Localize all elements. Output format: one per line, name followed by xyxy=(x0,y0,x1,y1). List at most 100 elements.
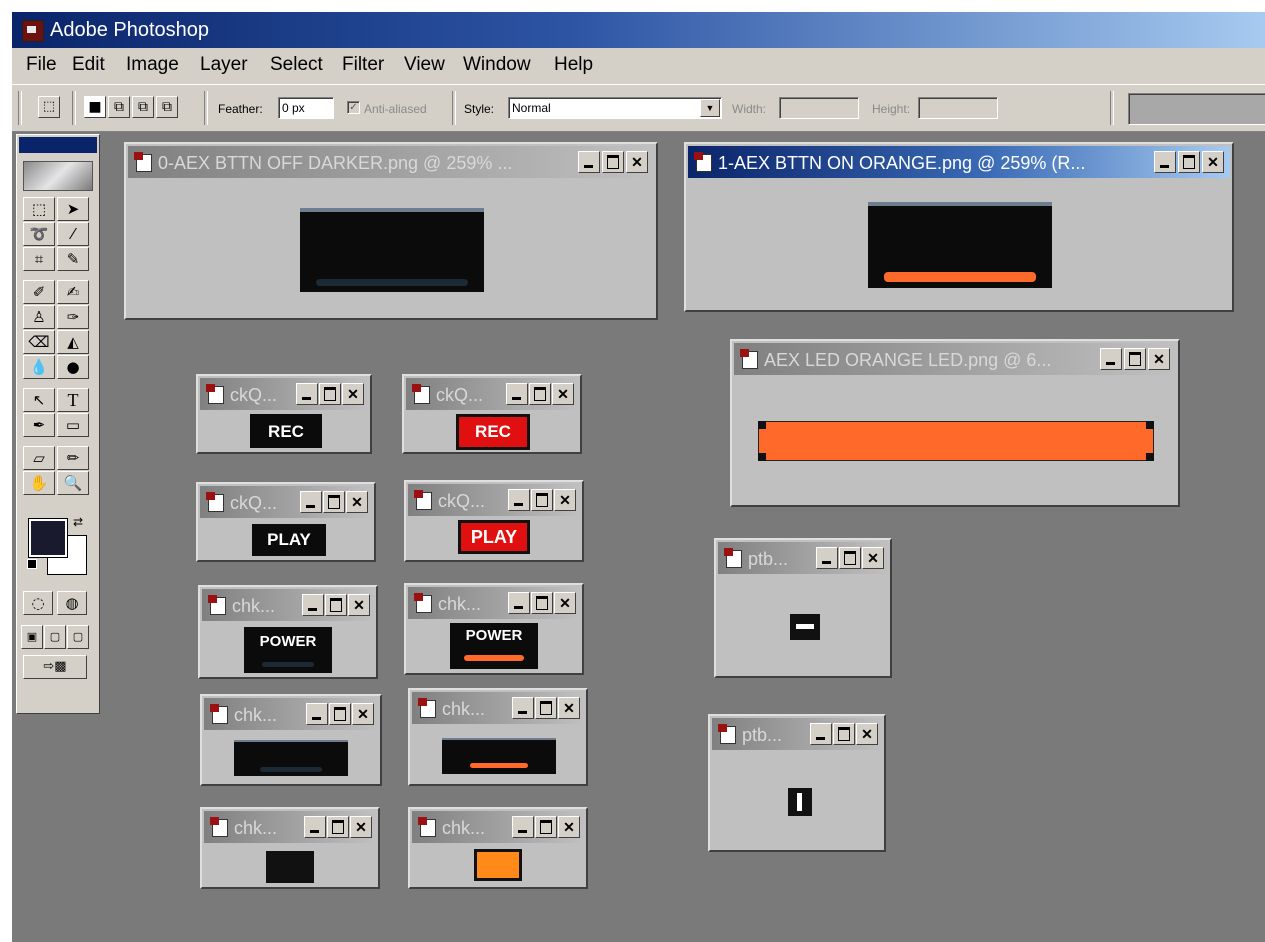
maximize-button[interactable] xyxy=(531,592,553,614)
maximize-button[interactable] xyxy=(529,383,551,405)
close-button[interactable] xyxy=(558,697,580,719)
maximize-button[interactable] xyxy=(1178,151,1200,173)
close-button[interactable] xyxy=(348,594,370,616)
doc-window-title-bar[interactable]: ckQ... xyxy=(408,484,580,516)
magic-wand-icon[interactable]: ⁄ xyxy=(57,222,89,246)
minimize-button[interactable] xyxy=(304,816,326,838)
doc-window-title-bar[interactable]: chk... xyxy=(408,587,580,619)
minimize-button[interactable] xyxy=(300,491,322,513)
type-icon[interactable]: T xyxy=(57,388,89,412)
chevron-down-icon[interactable]: ▼ xyxy=(700,99,720,117)
maximize-button[interactable] xyxy=(535,816,557,838)
lasso-icon[interactable]: ➰ xyxy=(23,222,55,246)
doc-window-title-bar[interactable]: chk... xyxy=(202,589,374,621)
doc-window-play-off[interactable]: ckQ... PLAY xyxy=(196,482,376,562)
jump-to-imageready-icon[interactable]: ⇨▩ xyxy=(23,655,87,679)
minimize-button[interactable] xyxy=(512,697,534,719)
doc-window-title-bar[interactable]: ckQ... xyxy=(200,486,372,518)
menu-file[interactable]: File xyxy=(26,54,57,76)
menu-window[interactable]: Window xyxy=(463,54,531,76)
maximize-button[interactable] xyxy=(319,383,341,405)
crop-icon[interactable]: ⌗ xyxy=(23,247,55,271)
history-brush-icon[interactable]: ✑ xyxy=(57,305,89,329)
shape-icon[interactable]: ▭ xyxy=(57,413,89,437)
eyedropper-icon[interactable]: ✏ xyxy=(57,446,89,470)
doc-window-rec-on[interactable]: ckQ... REC xyxy=(402,374,582,454)
close-button[interactable] xyxy=(352,703,374,725)
doc-window-title-bar[interactable]: chk... xyxy=(204,698,378,730)
doc-window-title-bar[interactable]: 1-AEX BTTN ON ORANGE.png @ 259% (R... xyxy=(688,146,1230,178)
doc-window-title-bar[interactable]: chk... xyxy=(204,811,376,843)
doc-window-title-bar[interactable]: chk... xyxy=(412,811,584,843)
options-grip[interactable] xyxy=(18,91,22,125)
standard-screen-icon[interactable]: ▣ xyxy=(21,625,43,649)
intersect-selection-icon[interactable]: ⧉ xyxy=(156,96,178,118)
marquee-icon[interactable]: ⬚ xyxy=(23,197,55,221)
eraser-icon[interactable]: ⌫ xyxy=(23,330,55,354)
menu-filter[interactable]: Filter xyxy=(342,54,384,76)
close-button[interactable] xyxy=(350,816,372,838)
menu-layer[interactable]: Layer xyxy=(200,54,248,76)
minimize-button[interactable] xyxy=(816,547,838,569)
palette-well[interactable] xyxy=(1128,93,1265,125)
minimize-button[interactable] xyxy=(508,489,530,511)
close-button[interactable] xyxy=(1202,151,1224,173)
feather-input[interactable]: 0 px xyxy=(278,97,334,119)
doc-window-title-bar[interactable]: ckQ... xyxy=(406,378,578,410)
minimize-button[interactable] xyxy=(302,594,324,616)
width-input[interactable] xyxy=(779,97,859,119)
doc-window-ptb-2[interactable]: ptb... xyxy=(708,714,886,852)
new-selection-icon[interactable]: ■ xyxy=(84,96,106,118)
toolbox-title-bar[interactable] xyxy=(19,137,97,153)
height-input[interactable] xyxy=(918,97,998,119)
doc-window-led[interactable]: AEX LED ORANGE LED.png @ 6... xyxy=(730,339,1180,507)
doc-window-bar-on[interactable]: chk... xyxy=(408,688,588,786)
doc-window-power-off[interactable]: chk... POWER xyxy=(198,585,378,679)
maximize-button[interactable] xyxy=(327,816,349,838)
standard-mode-icon[interactable]: ◌ xyxy=(23,591,53,615)
minimize-button[interactable] xyxy=(306,703,328,725)
doc-window-rec-off[interactable]: ckQ... REC xyxy=(196,374,372,454)
maximize-button[interactable] xyxy=(325,594,347,616)
minimize-button[interactable] xyxy=(810,723,832,745)
adobe-online-icon[interactable] xyxy=(23,161,93,191)
pen-icon[interactable]: ✒ xyxy=(23,413,55,437)
healing-brush-icon[interactable]: ✐ xyxy=(23,280,55,304)
maximize-button[interactable] xyxy=(531,489,553,511)
doc-window-title-bar[interactable]: ptb... xyxy=(718,542,888,574)
doc-window-bttn-on[interactable]: 1-AEX BTTN ON ORANGE.png @ 259% (R... xyxy=(684,142,1234,312)
marquee-tool-preset-icon[interactable]: ⬚ xyxy=(38,96,60,118)
foreground-color-swatch[interactable] xyxy=(28,518,68,558)
menu-select[interactable]: Select xyxy=(270,54,323,76)
zoom-icon[interactable]: 🔍 xyxy=(57,471,89,495)
doc-window-bttn-off[interactable]: 0-AEX BTTN OFF DARKER.png @ 259% ... xyxy=(124,142,658,320)
move-icon[interactable]: ➤ xyxy=(57,197,89,221)
style-select[interactable]: Normal ▼ xyxy=(508,97,722,119)
maximize-button[interactable] xyxy=(535,697,557,719)
doc-window-ptb-1[interactable]: ptb... xyxy=(714,538,892,678)
close-button[interactable] xyxy=(862,547,884,569)
subtract-from-selection-icon[interactable]: ⧉ xyxy=(132,96,154,118)
full-screen-icon[interactable]: ▢ xyxy=(67,625,89,649)
maximize-button[interactable] xyxy=(602,151,624,173)
notes-icon[interactable]: ▱ xyxy=(23,446,55,470)
full-screen-menu-icon[interactable]: ▢ xyxy=(44,625,66,649)
menu-help[interactable]: Help xyxy=(554,54,593,76)
swap-colors-icon[interactable]: ⇄ xyxy=(73,515,83,529)
close-button[interactable] xyxy=(1148,348,1170,370)
maximize-button[interactable] xyxy=(329,703,351,725)
doc-window-power-on[interactable]: chk... POWER xyxy=(404,583,584,675)
maximize-button[interactable] xyxy=(1124,348,1146,370)
add-to-selection-icon[interactable]: ⧉ xyxy=(108,96,130,118)
brush-icon[interactable]: ✍ xyxy=(57,280,89,304)
app-title-bar[interactable]: Adobe Photoshop xyxy=(12,12,1265,48)
quick-mask-icon[interactable]: ◍ xyxy=(57,591,87,615)
minimize-button[interactable] xyxy=(512,816,534,838)
doc-window-title-bar[interactable]: ptb... xyxy=(712,718,882,750)
path-selection-icon[interactable]: ↖ xyxy=(23,388,55,412)
maximize-button[interactable] xyxy=(833,723,855,745)
close-button[interactable] xyxy=(856,723,878,745)
hand-icon[interactable]: ✋ xyxy=(23,471,55,495)
minimize-button[interactable] xyxy=(296,383,318,405)
close-button[interactable] xyxy=(626,151,648,173)
